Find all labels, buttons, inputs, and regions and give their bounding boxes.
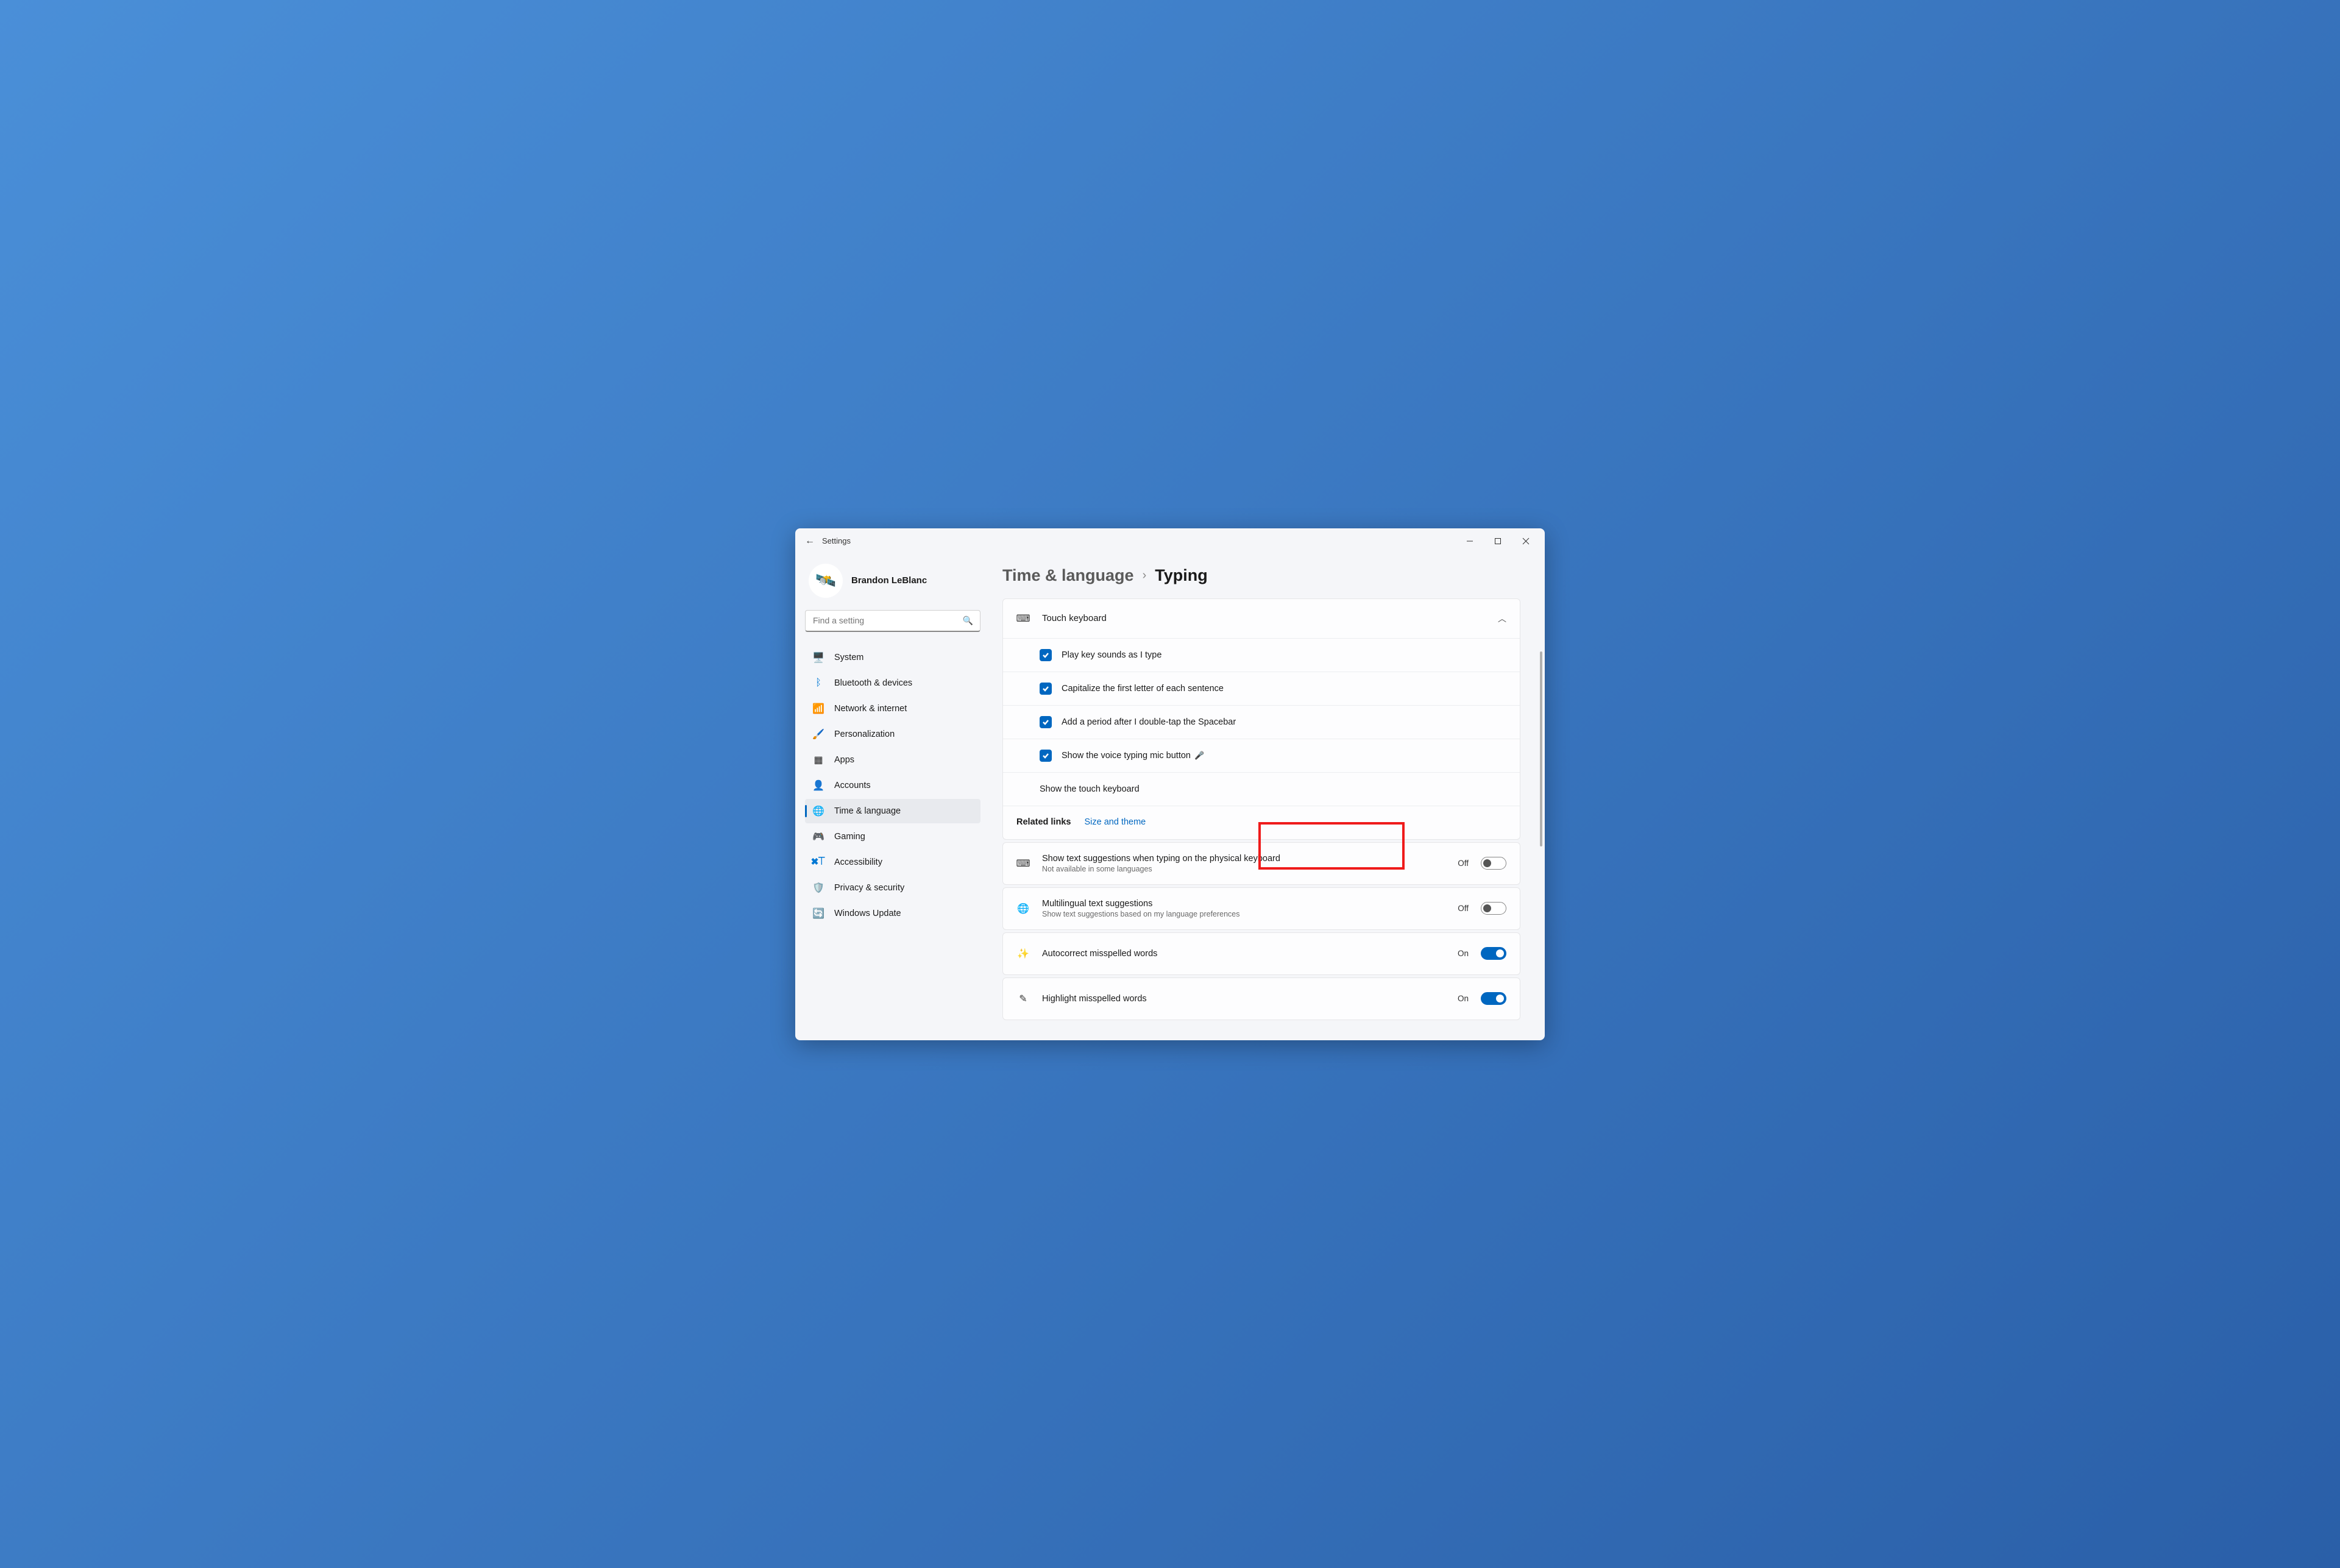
microphone-icon: 🎤 xyxy=(1194,751,1204,761)
wifi-icon: 📶 xyxy=(812,703,824,715)
breadcrumb-parent[interactable]: Time & language xyxy=(1002,566,1134,585)
avatar: 🛰️ xyxy=(809,564,843,598)
sidebar-item-apps[interactable]: ▦Apps xyxy=(805,748,980,772)
sidebar-item-gaming[interactable]: 🎮Gaming xyxy=(805,825,980,849)
window-title: Settings xyxy=(822,536,851,545)
related-links: Related links Size and theme xyxy=(1003,806,1520,839)
nav: 🖥️System ᛒBluetooth & devices 📶Network &… xyxy=(803,642,983,929)
maximize-button[interactable] xyxy=(1484,531,1512,551)
search-icon: 🔍 xyxy=(963,615,973,626)
close-button[interactable] xyxy=(1512,531,1540,551)
touch-keyboard-card: ⌨ Touch keyboard ︿ Play key sounds as I … xyxy=(1002,598,1520,840)
toggle-highlight[interactable] xyxy=(1481,992,1506,1005)
setting-row-physical-suggestions[interactable]: ⌨ Show text suggestions when typing on t… xyxy=(1002,842,1520,885)
accessibility-icon: ✖𐊗 xyxy=(812,856,824,868)
profile-name: Brandon LeBlanc xyxy=(851,575,927,586)
toggle-physical-suggestions[interactable] xyxy=(1481,857,1506,870)
sidebar-item-accounts[interactable]: 👤Accounts xyxy=(805,773,980,798)
checkbox-period[interactable] xyxy=(1040,716,1052,728)
minimize-button[interactable] xyxy=(1456,531,1484,551)
sidebar-item-system[interactable]: 🖥️System xyxy=(805,645,980,670)
profile-block[interactable]: 🛰️ Brandon LeBlanc xyxy=(803,554,983,610)
sidebar-item-bluetooth[interactable]: ᛒBluetooth & devices xyxy=(805,671,980,695)
brush-icon: 🖌️ xyxy=(812,728,824,740)
checkbox-key-sounds[interactable] xyxy=(1040,649,1052,661)
wand-icon: ✨ xyxy=(1016,947,1030,960)
highlight-icon: ✎ xyxy=(1016,992,1030,1006)
card-header-touch-keyboard[interactable]: ⌨ Touch keyboard ︿ xyxy=(1003,599,1520,638)
chevron-up-icon: ︿ xyxy=(1498,612,1506,625)
shield-icon: 🛡️ xyxy=(812,882,824,894)
keyboard-icon: ⌨ xyxy=(1016,857,1030,870)
globe-clock-icon: 🌐 xyxy=(812,805,824,817)
scrollbar[interactable] xyxy=(1536,651,1545,1033)
sidebar-item-accessibility[interactable]: ✖𐊗Accessibility xyxy=(805,850,980,874)
back-button[interactable]: ← xyxy=(800,531,820,551)
display-icon: 🖥️ xyxy=(812,651,824,664)
search-input[interactable] xyxy=(805,610,980,632)
breadcrumb: Time & language › Typing xyxy=(1002,566,1520,585)
sidebar-item-time-language[interactable]: 🌐Time & language xyxy=(805,799,980,823)
sidebar-item-windows-update[interactable]: 🔄Windows Update xyxy=(805,901,980,926)
person-icon: 👤 xyxy=(812,779,824,792)
page-title: Typing xyxy=(1155,566,1207,585)
select-row-show-touch-keyboard[interactable]: Show the touch keyboard xyxy=(1003,772,1520,806)
setting-row-autocorrect[interactable]: ✨ Autocorrect misspelled words On xyxy=(1002,932,1520,975)
link-size-and-theme[interactable]: Size and theme xyxy=(1084,817,1146,827)
scrollbar-thumb[interactable] xyxy=(1540,651,1542,846)
language-icon: 🌐 xyxy=(1016,902,1030,915)
toggle-autocorrect[interactable] xyxy=(1481,947,1506,960)
setting-row-highlight[interactable]: ✎ Highlight misspelled words On xyxy=(1002,977,1520,1020)
content-area: Time & language › Typing ⌨ Touch keyboar… xyxy=(990,554,1545,1040)
chevron-right-icon: › xyxy=(1143,569,1147,583)
check-row-period[interactable]: Add a period after I double-tap the Spac… xyxy=(1003,705,1520,739)
check-row-voice-mic[interactable]: Show the voice typing mic button🎤 xyxy=(1003,739,1520,772)
sidebar-item-privacy[interactable]: 🛡️Privacy & security xyxy=(805,876,980,900)
checkbox-voice-mic[interactable] xyxy=(1040,750,1052,762)
titlebar: ← Settings xyxy=(795,528,1545,554)
keyboard-icon: ⌨ xyxy=(1016,612,1030,625)
checkbox-capitalize[interactable] xyxy=(1040,683,1052,695)
apps-icon: ▦ xyxy=(812,754,824,766)
setting-row-multilingual[interactable]: 🌐 Multilingual text suggestions Show tex… xyxy=(1002,887,1520,930)
sidebar: 🛰️ Brandon LeBlanc 🔍 🖥️System ᛒBluetooth… xyxy=(795,554,990,1040)
sidebar-item-network[interactable]: 📶Network & internet xyxy=(805,697,980,721)
check-row-key-sounds[interactable]: Play key sounds as I type xyxy=(1003,638,1520,672)
check-row-capitalize[interactable]: Capitalize the first letter of each sent… xyxy=(1003,672,1520,705)
sidebar-item-personalization[interactable]: 🖌️Personalization xyxy=(805,722,980,747)
gamepad-icon: 🎮 xyxy=(812,831,824,843)
bluetooth-icon: ᛒ xyxy=(812,677,824,689)
settings-window: ← Settings 🛰️ Brandon LeBlanc 🔍 🖥️System… xyxy=(795,528,1545,1040)
toggle-multilingual[interactable] xyxy=(1481,902,1506,915)
sync-icon: 🔄 xyxy=(812,907,824,920)
